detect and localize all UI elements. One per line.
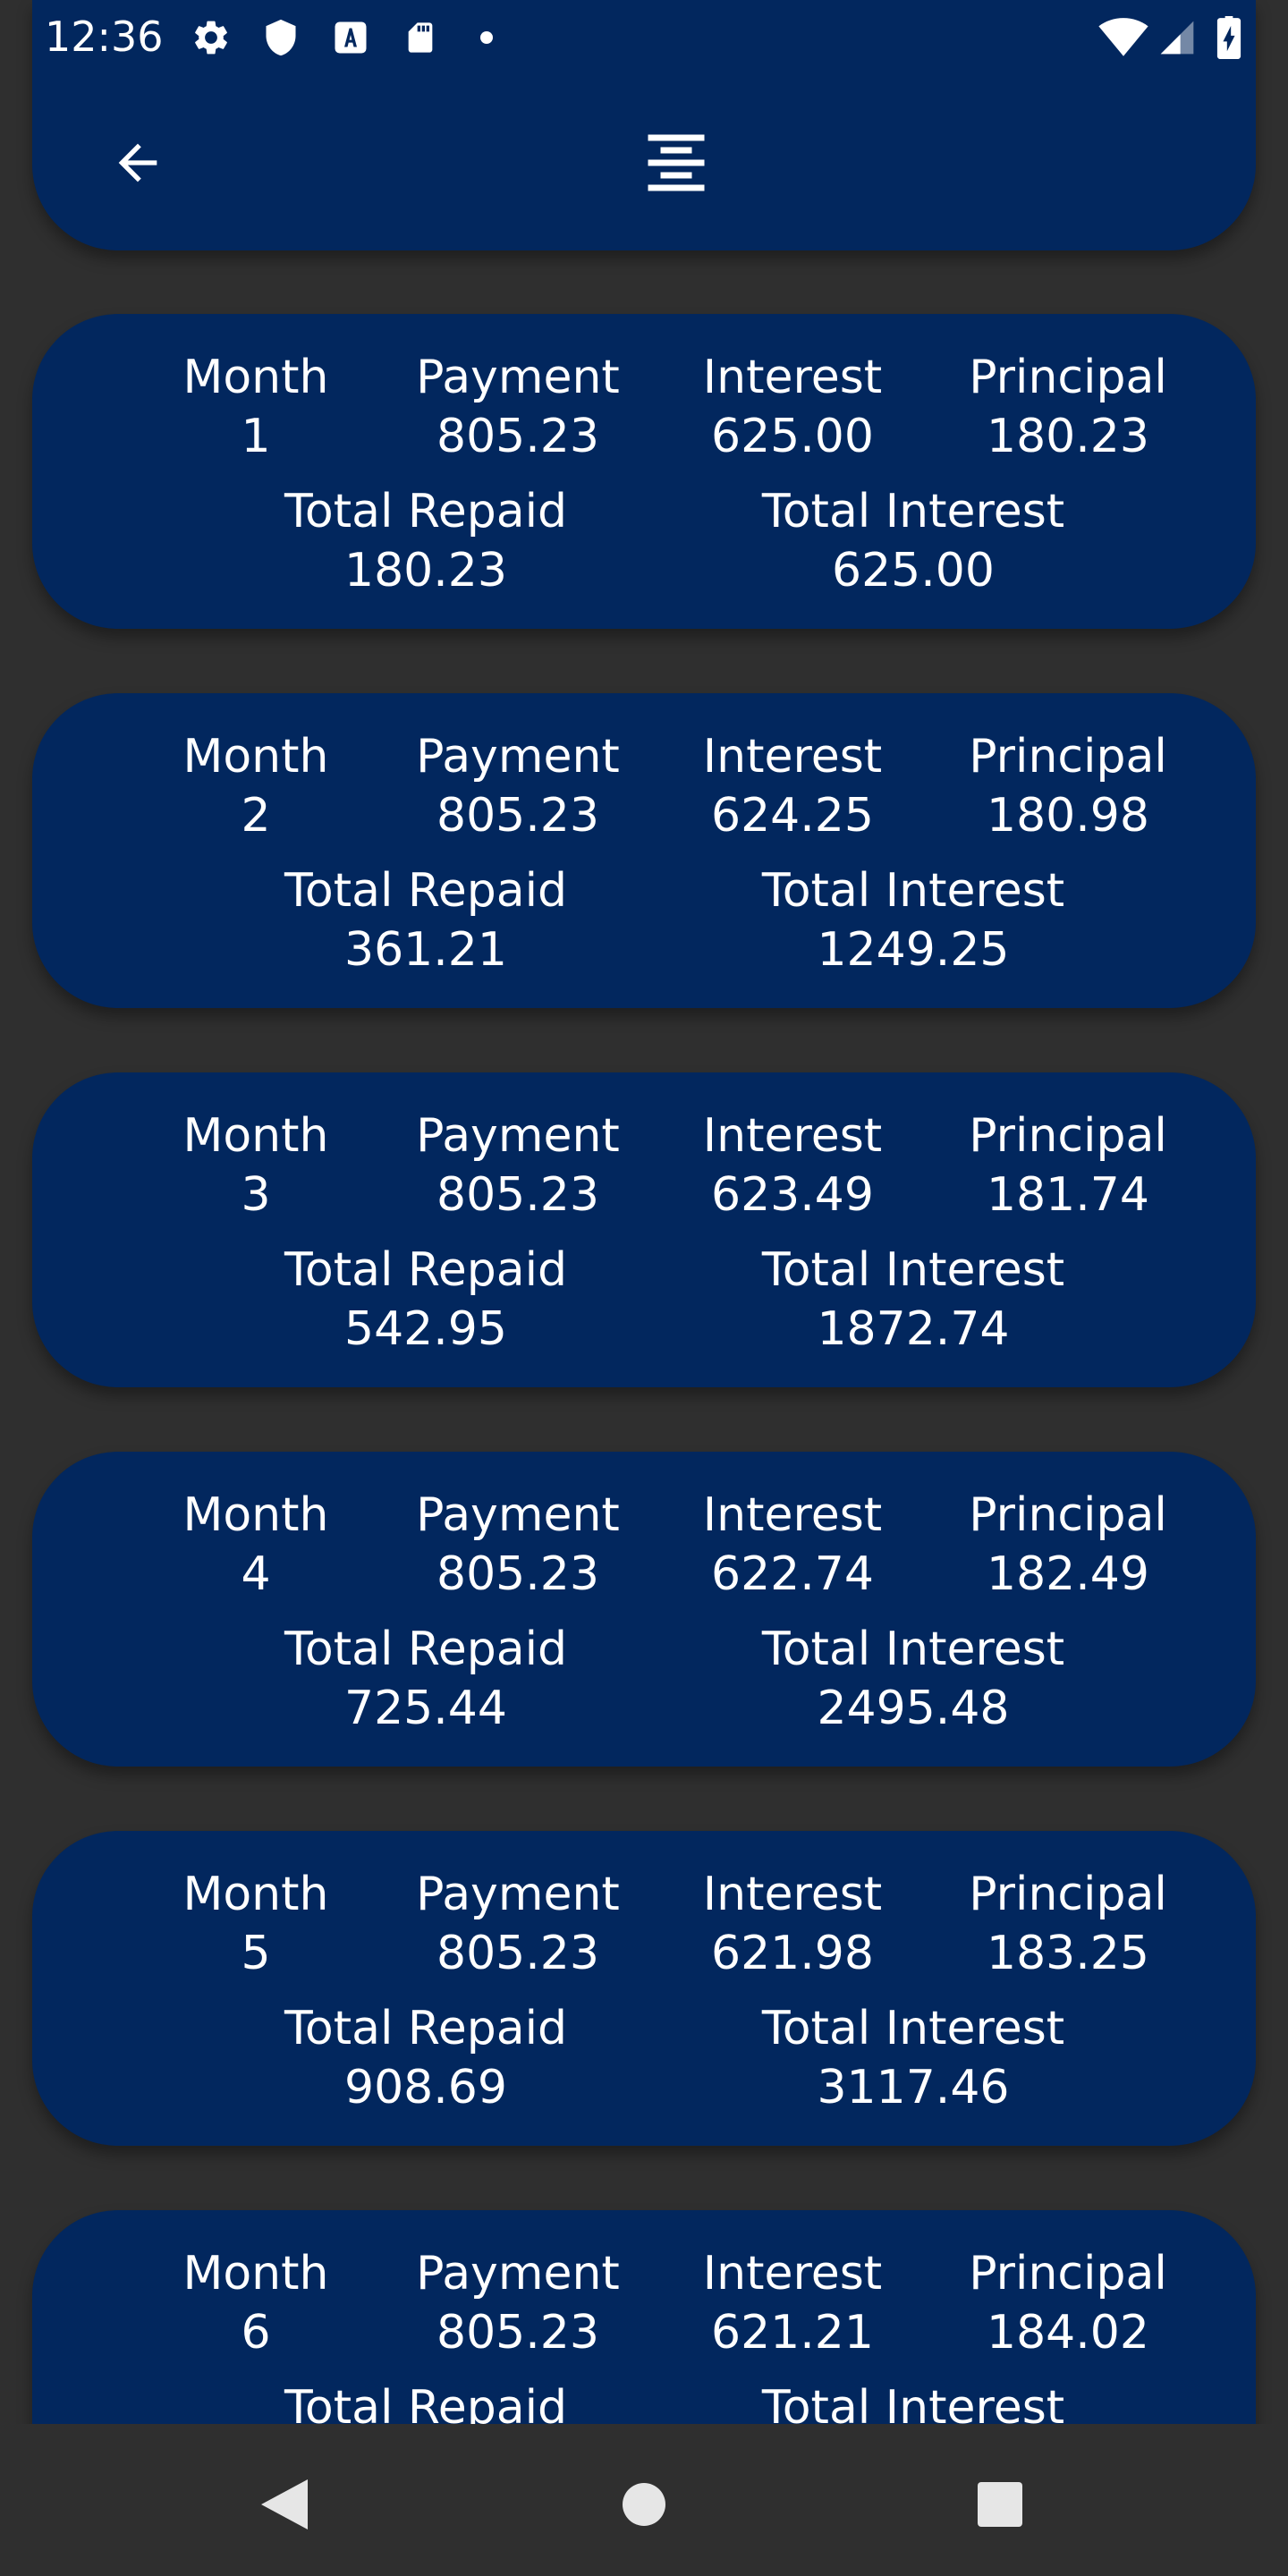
align-center-button[interactable] [633,125,719,200]
month-cell: Month 4 [182,1488,329,1601]
home-circle-icon [623,2483,665,2526]
back-button[interactable] [100,125,175,200]
payment-cell: Payment 805.23 [416,730,620,843]
align-center-icon [648,134,705,191]
total-interest-cell: Total Interest 3117.46 [761,2002,1065,2114]
interest-cell: Interest 621.98 [702,1868,883,1980]
interest-cell: Interest 621.21 [702,2247,883,2360]
nav-back-button[interactable] [249,2469,320,2540]
principal-cell: Principal 184.02 [969,2247,1167,2360]
total-repaid-cell: Total Repaid 725.44 [284,1623,568,1735]
screen: 12:36 Month 1 Payment 805.23 Interest 62… [0,0,1288,2576]
arrow-left-icon [118,143,157,182]
shield-icon [259,16,302,59]
schedule-card: Month 6 Payment 805.23 Interest 621.21 Prin… [32,2210,1256,2424]
interest-cell: Interest 623.49 [702,1109,883,1222]
total-interest-cell: Total Interest 625.00 [761,485,1065,597]
payment-cell: Payment 805.23 [416,1488,620,1601]
gear-icon [190,16,233,59]
payment-cell: Payment 805.23 [416,351,620,463]
month-cell: Month 1 [182,351,329,463]
nav-recents-button[interactable] [964,2469,1036,2540]
status-time: 12:36 [45,13,164,61]
wifi-icon [1097,16,1150,59]
nav-home-button[interactable] [608,2469,680,2540]
schedule-card: Month 5 Payment 805.23 Interest 621.98 Prin… [32,1831,1256,2146]
total-repaid-cell: Total Repaid [284,2381,568,2424]
a-text-icon [329,16,372,59]
amortization-list[interactable]: Month 1 Payment 805.23 Interest 625.00 Prin… [0,250,1288,2424]
month-cell: Month 3 [182,1109,329,1222]
payment-cell: Payment 805.23 [416,1868,620,1980]
principal-cell: Principal 180.98 [969,730,1167,843]
principal-cell: Principal 181.74 [969,1109,1167,1222]
signal-icon [1156,16,1199,59]
month-cell: Month 6 [182,2247,329,2360]
total-repaid-cell: Total Repaid 361.21 [284,864,568,977]
total-interest-cell: Total Interest 2495.48 [761,1623,1065,1735]
back-triangle-icon [261,2479,308,2529]
recents-square-icon [978,2482,1022,2527]
total-repaid-cell: Total Repaid 908.69 [284,2002,568,2114]
schedule-card: Month 4 Payment 805.23 Interest 622.74 Prin… [32,1452,1256,1767]
principal-cell: Principal 182.49 [969,1488,1167,1601]
interest-cell: Interest 622.74 [702,1488,883,1601]
total-interest-cell: Total Interest 1872.74 [761,1243,1065,1356]
total-interest-cell: Total Interest 1249.25 [761,864,1065,977]
total-interest-cell: Total Interest [761,2381,1065,2424]
payment-cell: Payment 805.23 [416,1109,620,1222]
battery-charging-icon [1211,16,1247,59]
total-repaid-cell: Total Repaid 180.23 [284,485,568,597]
status-bar: 12:36 [0,0,1288,79]
payment-cell: Payment 805.23 [416,2247,620,2360]
principal-cell: Principal 180.23 [969,351,1167,463]
interest-cell: Interest 625.00 [702,351,883,463]
total-repaid-cell: Total Repaid 542.95 [284,1243,568,1356]
dot-icon [472,16,501,59]
system-navigation-bar [0,2424,1288,2576]
sd-card-icon [399,16,442,59]
month-cell: Month 2 [182,730,329,843]
interest-cell: Interest 624.25 [702,730,883,843]
schedule-card: Month 1 Payment 805.23 Interest 625.00 Prin… [32,314,1256,629]
principal-cell: Principal 183.25 [969,1868,1167,1980]
month-cell: Month 5 [182,1868,329,1980]
schedule-card: Month 3 Payment 805.23 Interest 623.49 Prin… [32,1072,1256,1387]
schedule-card: Month 2 Payment 805.23 Interest 624.25 Prin… [32,693,1256,1008]
